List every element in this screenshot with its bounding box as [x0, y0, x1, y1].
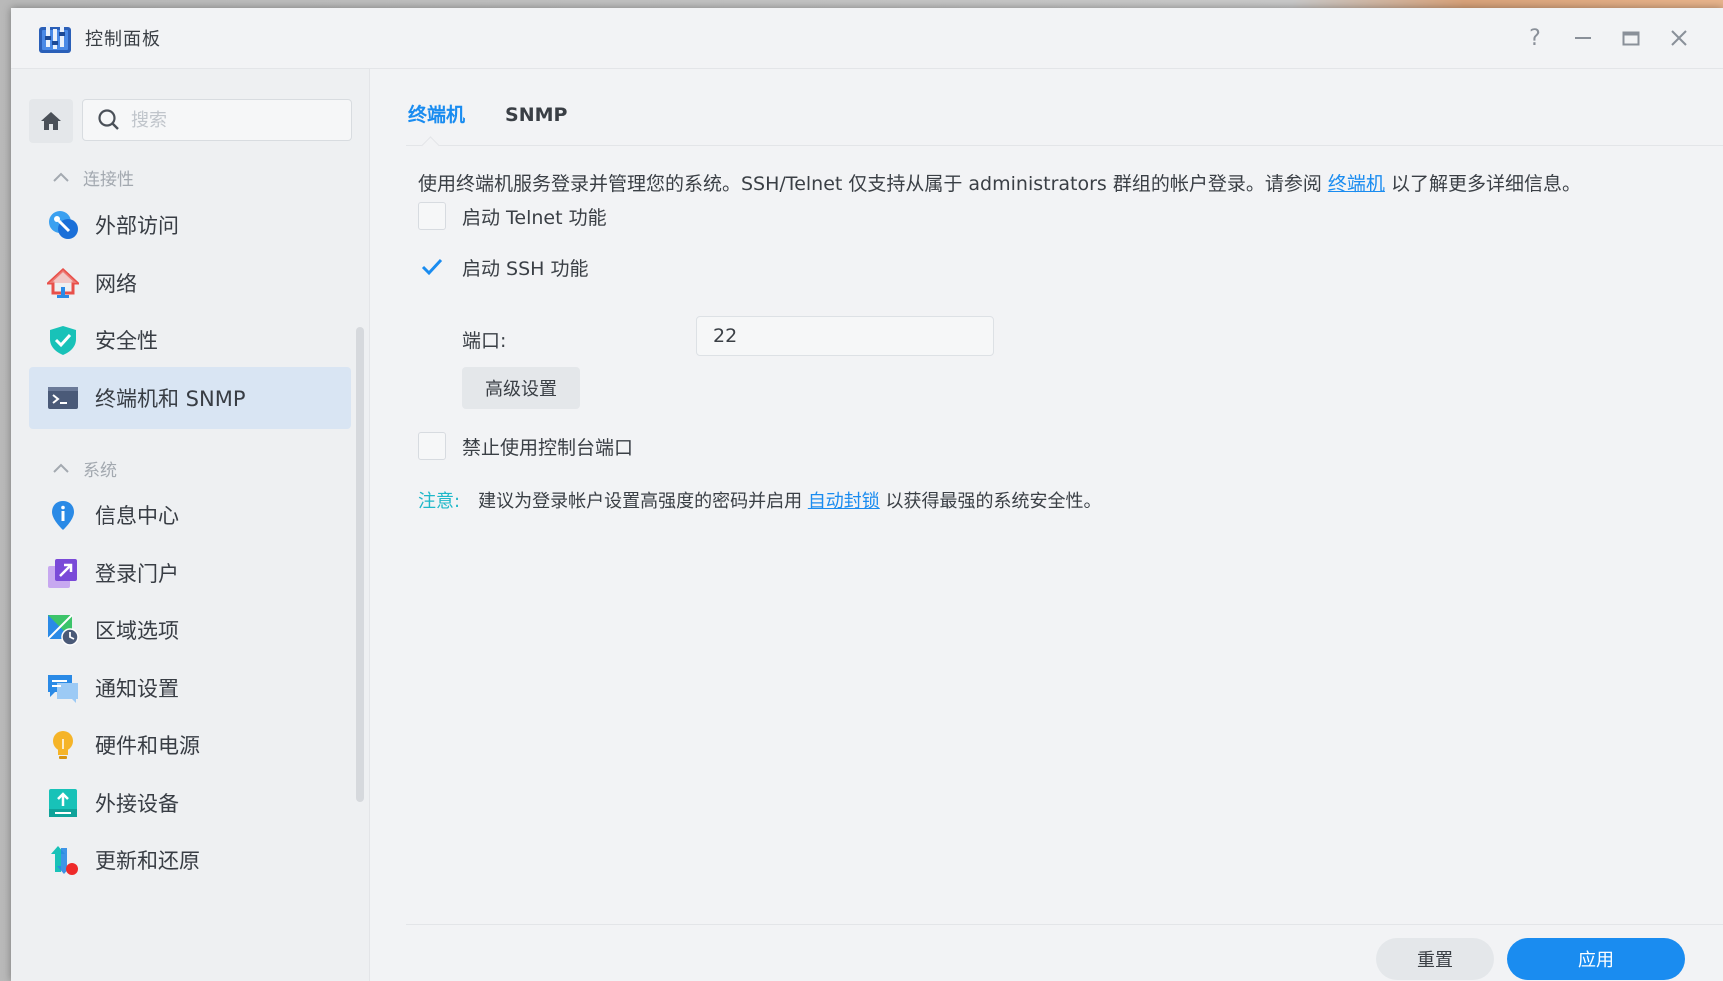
- sidebar-item-hardware-power[interactable]: 硬件和电源: [29, 714, 351, 776]
- sidebar-item-network[interactable]: 网络: [29, 252, 351, 314]
- external-devices-icon: [47, 787, 79, 819]
- description-text-end: 以了解更多详细信息。: [1384, 173, 1581, 195]
- footer-divider: [406, 924, 1723, 925]
- apply-button[interactable]: 应用: [1507, 938, 1685, 980]
- advanced-settings-button[interactable]: 高级设置: [462, 367, 580, 409]
- reset-button[interactable]: 重置: [1376, 938, 1494, 980]
- sidebar-item-label: 信息中心: [95, 504, 179, 528]
- window-controls: ?: [1511, 8, 1703, 68]
- ssh-checkbox[interactable]: [418, 253, 446, 281]
- sidebar-item-label: 登录门户: [95, 562, 179, 586]
- terminal-help-link[interactable]: 终端机: [1328, 173, 1385, 195]
- login-portal-icon: [47, 557, 79, 589]
- section-header-system[interactable]: 系统: [53, 456, 117, 481]
- chevron-up-icon: [53, 170, 69, 186]
- section-label: 连接性: [83, 170, 134, 190]
- window-title: 控制面板: [85, 29, 161, 50]
- maximize-icon[interactable]: [1607, 18, 1655, 58]
- tab-terminal[interactable]: 终端机: [406, 85, 467, 145]
- sidebar-item-external-devices[interactable]: 外接设备: [29, 772, 351, 834]
- section-label: 系统: [83, 461, 117, 481]
- console-port-option: 禁止使用控制台端口: [418, 432, 633, 460]
- external-access-icon: [47, 209, 79, 241]
- sidebar-item-label: 通知设置: [95, 677, 179, 701]
- hardware-power-icon: [47, 729, 79, 761]
- note-text-end: 以获得最强的系统安全性。: [879, 491, 1102, 512]
- chevron-up-icon: [53, 461, 69, 477]
- auto-block-link[interactable]: 自动封锁: [808, 491, 880, 512]
- description-text: 使用终端机服务登录并管理您的系统。SSH/Telnet 仅支持从属于 admin…: [418, 173, 1328, 195]
- port-label: 端口:: [462, 330, 507, 352]
- sidebar-item-label: 更新和还原: [95, 849, 200, 873]
- sidebar-item-regional-options[interactable]: 区域选项: [29, 599, 351, 661]
- sidebar-item-label: 硬件和电源: [95, 734, 200, 758]
- sidebar-item-label: 安全性: [95, 329, 158, 353]
- console-port-checkbox[interactable]: [418, 432, 446, 460]
- minimize-icon[interactable]: [1559, 18, 1607, 58]
- sidebar-item-login-portal[interactable]: 登录门户: [29, 542, 351, 604]
- sidebar-scrollbar[interactable]: [356, 327, 364, 802]
- sidebar-item-security[interactable]: 安全性: [29, 309, 351, 371]
- control-panel-window: 控制面板 ? 搜索 连接性 外部访问 网络 安全性 终端机和 SNMP 系统 信…: [11, 8, 1723, 981]
- sidebar-item-terminal-snmp[interactable]: 终端机和 SNMP: [29, 367, 351, 429]
- search-icon: [98, 109, 119, 130]
- search-box[interactable]: [82, 99, 352, 141]
- sidebar-item-label: 终端机和 SNMP: [95, 387, 246, 411]
- sidebar-item-external-access[interactable]: 外部访问: [29, 194, 351, 256]
- note-label: 注意:: [418, 491, 461, 512]
- sidebar-item-label: 区域选项: [95, 619, 179, 643]
- telnet-label: 启动 Telnet 功能: [462, 206, 607, 229]
- console-port-label: 禁止使用控制台端口: [462, 436, 634, 459]
- title-bar: 控制面板 ?: [11, 8, 1723, 69]
- security-shield-icon: [47, 324, 79, 356]
- main-panel: 终端机 SNMP 使用终端机服务登录并管理您的系统。SSH/Telnet 仅支持…: [370, 69, 1723, 981]
- sidebar-item-info-center[interactable]: 信息中心: [29, 484, 351, 546]
- close-icon[interactable]: [1655, 18, 1703, 58]
- terminal-description: 使用终端机服务登录并管理您的系统。SSH/Telnet 仅支持从属于 admin…: [418, 169, 1581, 196]
- checkmark-icon: [421, 258, 443, 276]
- note-text: 建议为登录帐户设置高强度的密码并启用: [478, 491, 808, 512]
- ssh-option: 启动 SSH 功能: [418, 253, 589, 281]
- sidebar-item-label: 外部访问: [95, 214, 179, 238]
- network-icon: [45, 267, 81, 299]
- notification-icon: [47, 672, 79, 704]
- update-restore-icon: [47, 844, 79, 876]
- port-input[interactable]: [696, 316, 994, 356]
- ssh-label: 启动 SSH 功能: [462, 257, 589, 280]
- telnet-checkbox[interactable]: [418, 202, 446, 230]
- sidebar-item-notifications[interactable]: 通知设置: [29, 657, 351, 719]
- tab-bar: 终端机 SNMP: [406, 85, 1723, 146]
- help-icon[interactable]: ?: [1511, 18, 1559, 58]
- sidebar-item-label: 网络: [95, 272, 137, 296]
- sidebar: 连接性 外部访问 网络: [11, 69, 370, 981]
- telnet-option: 启动 Telnet 功能: [418, 202, 607, 230]
- search-input[interactable]: [129, 108, 333, 132]
- sidebar-item-label: 外接设备: [95, 792, 179, 816]
- security-note: 注意: 建议为登录帐户设置高强度的密码并启用 自动封锁 以获得最强的系统安全性。: [418, 487, 1102, 513]
- section-header-connectivity[interactable]: 连接性: [53, 165, 134, 190]
- tab-snmp[interactable]: SNMP: [503, 85, 569, 145]
- home-button[interactable]: [29, 99, 73, 143]
- terminal-icon: [47, 382, 79, 414]
- info-center-icon: [47, 499, 79, 531]
- home-icon: [41, 112, 61, 130]
- control-panel-app-icon: [39, 23, 71, 53]
- sidebar-item-update-restore[interactable]: 更新和还原: [29, 829, 351, 891]
- regional-options-icon: [47, 614, 79, 646]
